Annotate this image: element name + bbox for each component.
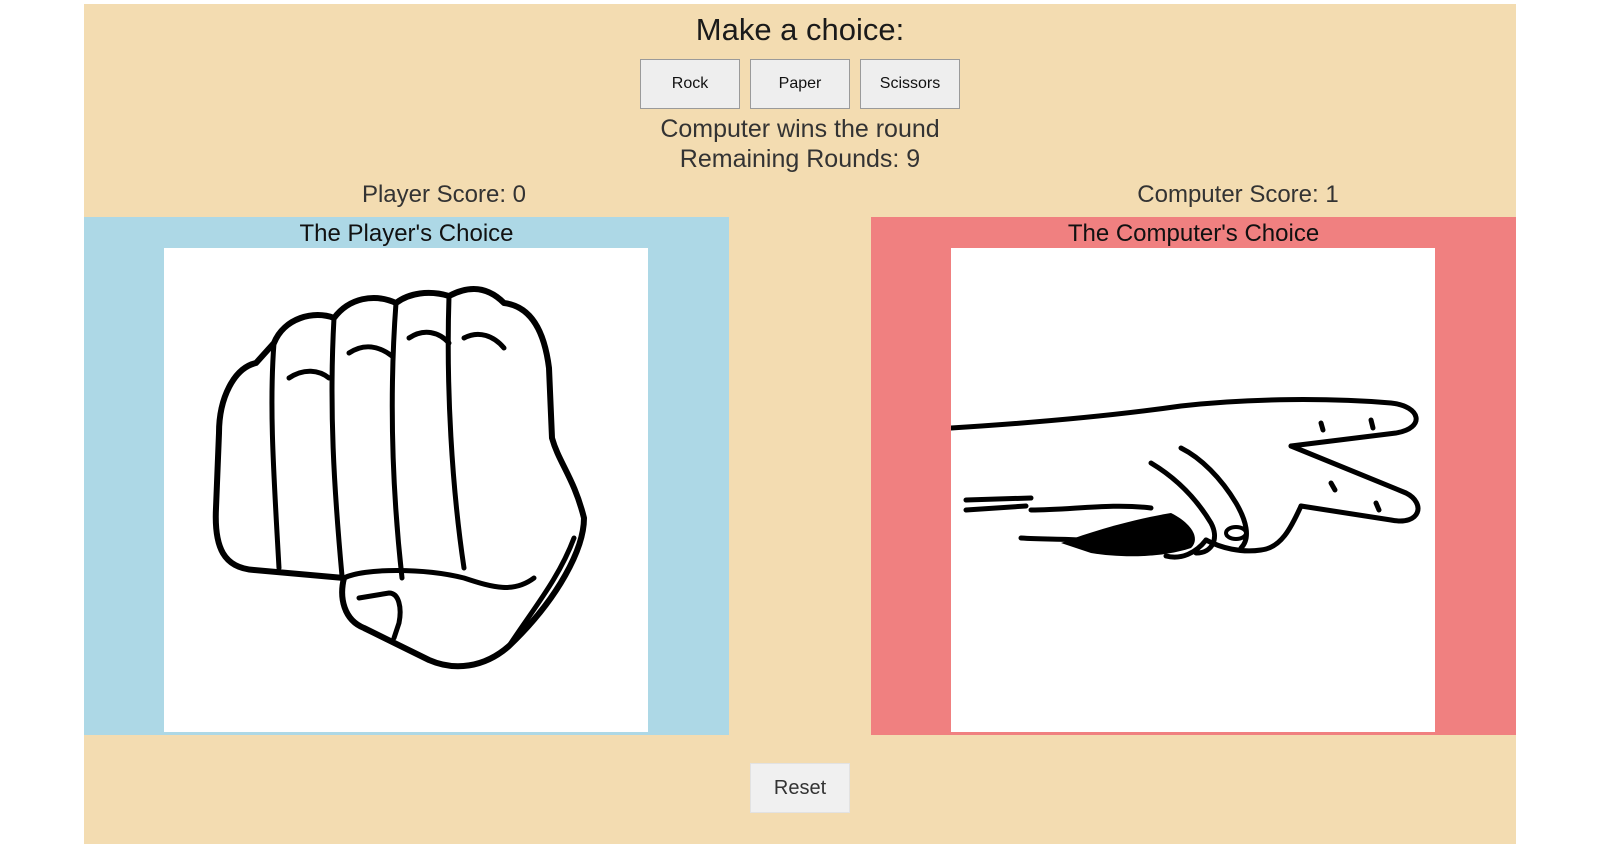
- game-container: Make a choice: Rock Paper Scissors Compu…: [84, 4, 1516, 844]
- player-choice-title: The Player's Choice: [299, 220, 514, 247]
- fist-icon: [212, 286, 587, 670]
- paper-button[interactable]: Paper: [750, 59, 850, 109]
- computer-choice-panel: The Computer's Choice: [871, 217, 1516, 735]
- reset-button[interactable]: Reset: [750, 763, 850, 813]
- choice-buttons: Rock Paper Scissors: [84, 59, 1516, 109]
- round-result-text: Computer wins the round: [660, 115, 940, 143]
- scissors-button[interactable]: Scissors: [860, 59, 960, 109]
- scissors-hand-icon: [951, 397, 1421, 560]
- remaining-rounds-text: Remaining Rounds: 9: [679, 145, 921, 173]
- page-title: Make a choice:: [695, 12, 905, 47]
- player-choice-image: [164, 248, 648, 732]
- round-status: Computer wins the round Remaining Rounds…: [84, 114, 1516, 174]
- computer-score: Computer Score: 1: [1137, 181, 1339, 208]
- computer-choice-image: [951, 248, 1435, 732]
- player-choice-panel: The Player's Choice: [84, 217, 729, 735]
- player-score: Player Score: 0: [361, 181, 527, 208]
- computer-choice-title: The Computer's Choice: [1067, 220, 1320, 247]
- rock-button[interactable]: Rock: [640, 59, 740, 109]
